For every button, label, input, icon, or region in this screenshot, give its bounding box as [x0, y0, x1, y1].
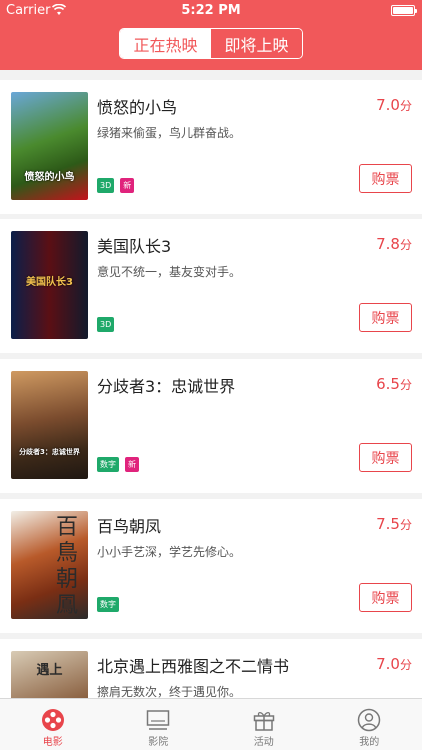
score-value: 7.5 [376, 515, 400, 533]
status-time: 5:22 PM [181, 3, 241, 18]
movie-item[interactable]: 百鳥朝鳳 百鸟朝凤 小小手艺深，学艺先修心。 7.5分 数字 购票 [0, 499, 422, 633]
movie-tags: 数字 [97, 597, 119, 612]
film-reel-icon [41, 709, 64, 731]
poster-title: 遇上 [36, 663, 63, 678]
movie-score: 7.5分 [376, 515, 412, 533]
score-unit: 分 [399, 518, 412, 532]
movie-poster[interactable]: 美国队长3 [11, 231, 88, 339]
score-value: 7.0 [376, 96, 400, 114]
format-badge: 3D [97, 178, 115, 193]
format-badge: 3D [97, 317, 115, 332]
tab-bar: 电影 影院 活动 我的 [0, 698, 422, 750]
format-badge: 数字 [97, 597, 119, 612]
buy-ticket-button[interactable]: 购票 [359, 164, 412, 193]
tab-coming-soon[interactable]: 即将上映 [211, 29, 302, 58]
movie-poster[interactable]: 分歧者3：忠诚世界 [11, 371, 88, 479]
movie-poster[interactable]: 百鳥朝鳳 [11, 511, 88, 619]
movie-poster[interactable]: 愤怒的小鸟 [11, 92, 88, 200]
new-badge: 新 [125, 457, 139, 472]
tab-label: 影院 [148, 737, 169, 748]
movie-title: 愤怒的小鸟 [97, 98, 178, 117]
movie-description: 小小手艺深，学艺先修心。 [97, 545, 242, 559]
segmented-control: 正在热映 即将上映 [119, 28, 303, 59]
battery-icon [391, 5, 417, 16]
score-value: 6.5 [376, 375, 400, 393]
gift-icon [253, 711, 274, 731]
tab-now-showing[interactable]: 正在热映 [120, 29, 211, 58]
screen-icon [147, 710, 170, 730]
score-unit: 分 [399, 99, 412, 113]
status-bar: Carrier 5:22 PM [0, 0, 422, 22]
movie-item[interactable]: 遇上 北京遇上西雅图之不二情书 擦肩无数次，终于遇见你。 7.0分 [0, 639, 422, 698]
user-icon [358, 708, 381, 732]
movie-item[interactable]: 分歧者3：忠诚世界 分歧者3：忠诚世界 6.5分 数字 新 购票 [0, 359, 422, 493]
buy-ticket-button[interactable]: 购票 [359, 443, 412, 472]
new-badge: 新 [120, 178, 135, 193]
movie-list[interactable]: 愤怒的小鸟 愤怒的小鸟 绿猪来偷蛋，鸟儿群奋战。 7.0分 3D 新 购票 美国… [0, 70, 422, 698]
score-unit: 分 [399, 238, 412, 252]
movie-description: 意见不统一，基友变对手。 [97, 265, 242, 279]
tab-label: 活动 [253, 737, 274, 748]
movie-score: 7.0分 [376, 655, 412, 673]
score-unit: 分 [399, 658, 412, 672]
buy-ticket-button[interactable]: 购票 [359, 303, 412, 332]
tab-events[interactable]: 活动 [211, 699, 317, 750]
tab-profile[interactable]: 我的 [317, 699, 422, 750]
movie-score: 7.8分 [376, 235, 412, 253]
poster-title: 分歧者3：忠诚世界 [19, 448, 80, 456]
poster-title: 百鳥朝鳳 [56, 515, 79, 618]
movie-title: 分歧者3：忠诚世界 [97, 377, 236, 396]
movie-score: 6.5分 [376, 375, 412, 393]
buy-ticket-button[interactable]: 购票 [359, 583, 412, 612]
movie-tags: 3D [97, 317, 115, 332]
movie-description: 擦肩无数次，终于遇见你。 [97, 685, 242, 698]
movie-description: 绿猪来偷蛋，鸟儿群奋战。 [97, 126, 242, 140]
format-badge: 数字 [97, 457, 119, 472]
movie-score: 7.0分 [376, 96, 412, 114]
score-value: 7.0 [376, 655, 400, 673]
movie-tags: 数字 新 [97, 457, 139, 472]
score-unit: 分 [399, 378, 412, 392]
movie-title: 北京遇上西雅图之不二情书 [97, 657, 290, 676]
tab-movies[interactable]: 电影 [0, 699, 106, 750]
tab-label: 我的 [359, 737, 380, 748]
movie-item[interactable]: 愤怒的小鸟 愤怒的小鸟 绿猪来偷蛋，鸟儿群奋战。 7.0分 3D 新 购票 [0, 80, 422, 214]
movie-poster[interactable]: 遇上 [11, 651, 88, 698]
poster-title: 愤怒的小鸟 [24, 172, 75, 183]
movie-title: 百鸟朝凤 [97, 517, 162, 536]
poster-title: 美国队长3 [26, 277, 73, 288]
tab-label: 电影 [42, 737, 63, 748]
movie-title: 美国队长3 [97, 237, 172, 256]
movie-item[interactable]: 美国队长3 美国队长3 意见不统一，基友变对手。 7.8分 3D 购票 [0, 219, 422, 353]
tab-cinemas[interactable]: 影院 [106, 699, 212, 750]
nav-header: Carrier 5:22 PM 正在热映 即将上映 [0, 0, 422, 70]
score-value: 7.8 [376, 235, 400, 253]
movie-tags: 3D 新 [97, 178, 135, 193]
